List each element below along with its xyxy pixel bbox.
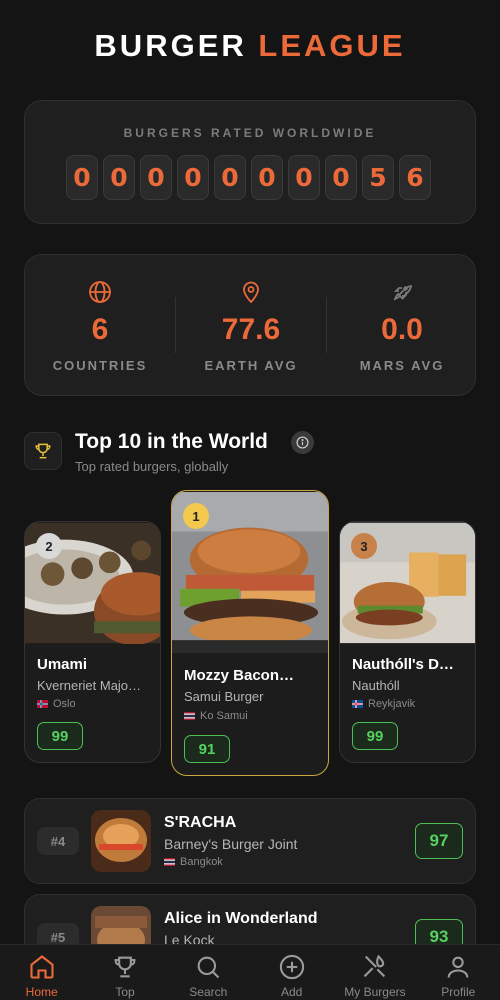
counter-label: BURGERS RATED WORLDWIDE: [123, 126, 377, 140]
city-label: Oslo: [37, 698, 76, 710]
tab-label: Home: [25, 985, 58, 999]
rank-badge: 3: [351, 533, 377, 559]
stat-label: EARTH AVG: [204, 358, 298, 373]
podium-card-rank-3[interactable]: 3 Nauthóll's D… Nauthóll Reykjavik 99: [339, 521, 476, 763]
norway-flag-icon: [37, 700, 48, 708]
tab-top[interactable]: Top: [83, 945, 166, 1000]
counter-digit: 0: [140, 155, 172, 200]
rank-badge: 2: [36, 533, 62, 559]
burger-thumbnail: [91, 810, 151, 872]
thailand-flag-icon: [184, 712, 195, 720]
restaurant-name: Barney's Burger Joint: [164, 836, 298, 852]
score-badge: 97: [415, 823, 463, 859]
list-item[interactable]: #4 S'RACHA Barney's Burger Joint Bangkok…: [24, 798, 476, 884]
stat-earth-avg: 77.6 EARTH AVG: [176, 255, 326, 395]
counter-digit: 0: [66, 155, 98, 200]
podium-card-rank-1[interactable]: 1 Mozzy Bacon… Samui Burger Ko Samui 91: [171, 490, 329, 776]
burger-name: Mozzy Bacon…: [184, 667, 295, 684]
tab-add[interactable]: Add: [250, 945, 333, 1000]
stat-value: 6: [91, 313, 109, 346]
person-icon: [447, 956, 469, 978]
counter-digit: 0: [288, 155, 320, 200]
stat-label: COUNTRIES: [52, 358, 148, 373]
city-name: Ko Samui: [200, 710, 248, 722]
burger-name: Nauthóll's D…: [352, 656, 454, 673]
city-name: Reykjavik: [368, 698, 416, 710]
restaurant-name: Nauthóll: [352, 678, 400, 693]
add-circle-icon: [279, 954, 304, 980]
rocket-icon: [393, 285, 412, 301]
burger-name: Umami: [37, 656, 88, 673]
stat-mars-avg: 0.0 MARS AVG: [327, 255, 477, 395]
city-label: Bangkok: [164, 856, 223, 868]
tab-profile[interactable]: Profile: [417, 945, 500, 1000]
stat-value: 77.6: [221, 313, 281, 346]
restaurant-name: Samui Burger: [184, 689, 264, 704]
rank-label: #4: [37, 827, 79, 855]
tab-my-burgers[interactable]: My Burgers: [333, 945, 416, 1000]
app-title: BURGER LEAGUE: [0, 28, 500, 64]
stats-card: 6 COUNTRIES 77.6 EARTH AVG 0.0 MARS AVG: [24, 254, 476, 396]
score-badge: 99: [352, 722, 398, 750]
app-title-part1: BURGER: [94, 28, 247, 63]
tab-label: Top: [115, 985, 135, 999]
tab-label: Add: [280, 985, 303, 999]
counter-digit: 0: [103, 155, 135, 200]
bottom-tab-bar: Home Top Search Add My Burgers Profile: [0, 944, 500, 1000]
home-icon: [30, 955, 54, 979]
trophy-icon: [114, 956, 136, 978]
location-pin-icon: [243, 281, 259, 304]
section-title: Top 10 in the World: [75, 430, 268, 453]
counter-digit: 5: [362, 155, 394, 200]
section-subtitle: Top rated burgers, globally: [75, 459, 229, 474]
rank-badge: 1: [183, 503, 209, 529]
podium-card-rank-2[interactable]: 2 Umami Kverneriet Majo… Oslo 99: [24, 521, 161, 763]
tab-label: Search: [189, 985, 228, 999]
tab-label: My Burgers: [344, 985, 406, 999]
stat-value: 0.0: [381, 313, 423, 346]
score-badge: 91: [184, 735, 230, 763]
app-title-part2: LEAGUE: [258, 28, 406, 63]
tab-search[interactable]: Search: [167, 945, 250, 1000]
stat-countries: 6 COUNTRIES: [25, 255, 175, 395]
city-name: Oslo: [53, 698, 76, 710]
city-label: Ko Samui: [184, 710, 248, 722]
search-icon: [197, 956, 220, 979]
globe-icon: [89, 281, 111, 303]
counter-digits: 0 0 0 0 0 0 0 0 5 6: [66, 155, 431, 200]
stat-label: MARS AVG: [359, 358, 445, 373]
tab-home[interactable]: Home: [0, 945, 83, 1000]
counter-digit: 0: [177, 155, 209, 200]
city-label: Reykjavik: [352, 698, 415, 710]
counter-digit: 0: [251, 155, 283, 200]
thailand-flag-icon: [164, 858, 175, 866]
counter-digit: 6: [399, 155, 431, 200]
trophy-badge: [24, 432, 62, 470]
city-name: Bangkok: [180, 856, 223, 868]
counter-digit: 0: [325, 155, 357, 200]
score-badge: 99: [37, 722, 83, 750]
trophy-icon: [35, 443, 51, 459]
tab-label: Profile: [441, 985, 476, 999]
counter-digit: 0: [214, 155, 246, 200]
restaurant-name: Kverneriet Majo…: [37, 678, 142, 693]
utensils-icon: [363, 954, 386, 978]
info-icon[interactable]: [291, 431, 314, 454]
burger-name: Alice in Wonderland: [164, 910, 318, 927]
burgers-counter-card: BURGERS RATED WORLDWIDE 0 0 0 0 0 0 0 0 …: [24, 100, 476, 224]
iceland-flag-icon: [352, 700, 363, 708]
burger-name: S'RACHA: [164, 814, 237, 831]
